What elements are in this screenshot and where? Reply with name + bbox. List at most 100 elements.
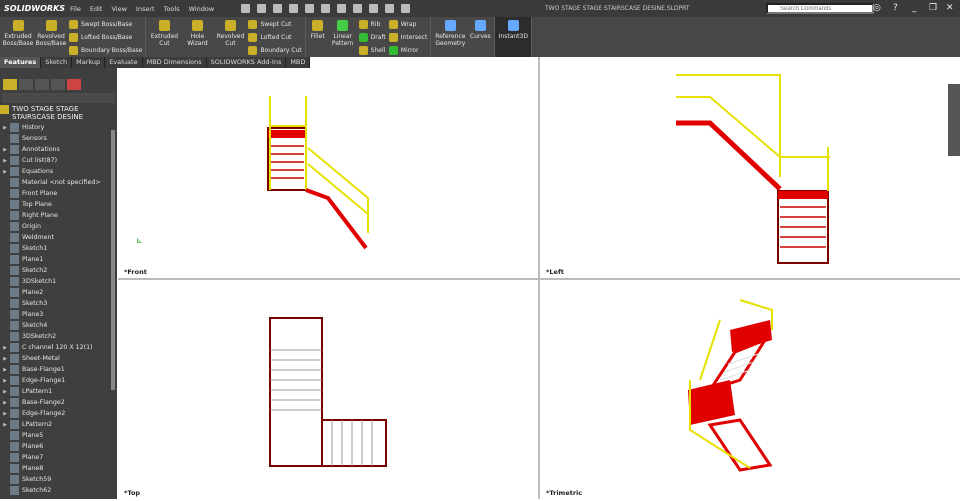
lofted-cut-button[interactable]: Lofted Cut: [248, 32, 301, 42]
swept-cut-button[interactable]: Swept Cut: [248, 19, 301, 29]
tab-evaluate[interactable]: Evaluate: [105, 57, 143, 68]
expand-arrow-icon[interactable]: ▶: [0, 125, 10, 131]
tree-item[interactable]: 3DSketch1: [0, 276, 117, 287]
tree-item[interactable]: Plane1: [0, 254, 117, 265]
tab-markup[interactable]: Markup: [72, 57, 106, 68]
tree-item[interactable]: ▶ LPattern2: [0, 419, 117, 430]
new-icon[interactable]: [257, 4, 267, 13]
tree-item[interactable]: ▶ Equations: [0, 166, 117, 177]
tree-item[interactable]: Weldment: [0, 232, 117, 243]
save-icon[interactable]: [289, 4, 299, 13]
tree-item[interactable]: ▶ Edge-Flange2: [0, 408, 117, 419]
help-icon[interactable]: ?: [893, 3, 898, 13]
expand-arrow-icon[interactable]: ▶: [0, 378, 10, 384]
redo-icon[interactable]: [337, 4, 347, 13]
viewport-top[interactable]: *Top: [118, 280, 538, 499]
tree-item[interactable]: ▶ Sheet-Metal: [0, 353, 117, 364]
tree-item[interactable]: Plane6: [0, 441, 117, 452]
menu-insert[interactable]: Insert: [136, 5, 155, 13]
expand-arrow-icon[interactable]: ▶: [0, 158, 10, 164]
expand-arrow-icon[interactable]: ▶: [0, 400, 10, 406]
tree-item[interactable]: Top Plane: [0, 199, 117, 210]
user-icon[interactable]: ◎: [873, 3, 881, 13]
tree-item[interactable]: Sketch3: [0, 298, 117, 309]
revolved-cut-button[interactable]: Revolved Cut: [215, 19, 245, 55]
expand-arrow-icon[interactable]: ▶: [0, 147, 10, 153]
open-icon[interactable]: [273, 4, 283, 13]
extruded-cut-button[interactable]: Extruded Cut: [149, 19, 179, 55]
menu-view[interactable]: View: [111, 5, 126, 13]
expand-arrow-icon[interactable]: ▶: [0, 169, 10, 175]
tree-item[interactable]: Plane5: [0, 430, 117, 441]
tree-item[interactable]: Sketch1: [0, 243, 117, 254]
tree-item[interactable]: Plane2: [0, 287, 117, 298]
tree-item[interactable]: Sketch62: [0, 485, 117, 496]
tree-item[interactable]: ▶ Annotations: [0, 144, 117, 155]
tab-solidworks-add-ins[interactable]: SOLIDWORKS Add-Ins: [207, 57, 287, 68]
instant3d-button[interactable]: Instant3D: [498, 19, 528, 55]
boundary-boss-button[interactable]: Boundary Boss/Base: [69, 45, 142, 55]
swept-boss-button[interactable]: Swept Boss/Base: [69, 19, 142, 29]
file-properties-icon[interactable]: [385, 4, 395, 13]
extruded-boss-button[interactable]: Extruded Boss/Base: [3, 19, 33, 55]
search-commands-input[interactable]: [766, 3, 874, 14]
tree-item[interactable]: Material <not specified>: [0, 177, 117, 188]
feature-manager-tab-icon[interactable]: [3, 79, 17, 90]
menu-tools[interactable]: Tools: [164, 5, 180, 13]
revolved-boss-button[interactable]: Revolved Boss/Base: [36, 19, 66, 55]
mirror-button[interactable]: Mirror: [388, 45, 428, 55]
select-icon[interactable]: [353, 4, 363, 13]
tree-item[interactable]: Front Plane: [0, 188, 117, 199]
boundary-cut-button[interactable]: Boundary Cut: [248, 45, 302, 55]
tree-item[interactable]: ▶ Base-Flange1: [0, 364, 117, 375]
expand-arrow-icon[interactable]: ▶: [0, 345, 10, 351]
menu-window[interactable]: Window: [189, 5, 215, 13]
expand-arrow-icon[interactable]: ▶: [0, 367, 10, 373]
tree-item[interactable]: Sketch2: [0, 265, 117, 276]
rib-button[interactable]: Rib: [358, 19, 386, 29]
menu-file[interactable]: File: [70, 5, 81, 13]
tree-item[interactable]: Right Plane: [0, 210, 117, 221]
reference-geometry-button[interactable]: Reference Geometry: [434, 19, 466, 55]
property-manager-tab-icon[interactable]: [19, 79, 33, 90]
tree-item[interactable]: Sensors: [0, 133, 117, 144]
dimxpert-tab-icon[interactable]: [51, 79, 65, 90]
task-pane-tabs[interactable]: [948, 84, 960, 156]
tree-item[interactable]: ▶ Base-Flange2: [0, 397, 117, 408]
tab-mbd[interactable]: MBD: [286, 57, 311, 68]
close-button[interactable]: ✕: [946, 3, 954, 13]
viewport-front[interactable]: ⊾ *Front: [118, 68, 538, 278]
restore-button[interactable]: ❐: [929, 3, 937, 13]
undo-icon[interactable]: [321, 4, 331, 13]
tab-sketch[interactable]: Sketch: [41, 57, 73, 68]
hole-wizard-button[interactable]: Hole Wizard: [182, 19, 212, 55]
tab-features[interactable]: Features: [0, 57, 42, 68]
intersect-button[interactable]: Intersect: [388, 32, 427, 42]
tree-item[interactable]: 3DSketch2: [0, 331, 117, 342]
tree-item[interactable]: Plane3: [0, 309, 117, 320]
print-icon[interactable]: [305, 4, 315, 13]
shell-button[interactable]: Shell: [358, 45, 386, 55]
tree-item[interactable]: Sketch4: [0, 320, 117, 331]
minimize-button[interactable]: _: [912, 3, 917, 13]
viewport-trimetric[interactable]: *Trimetric: [540, 280, 960, 499]
tree-root[interactable]: TWO STAGE STAGE STAIRSCASE DESINE: [0, 104, 117, 122]
tab-mbd-dimensions[interactable]: MBD Dimensions: [143, 57, 207, 68]
tree-item[interactable]: Sketch59: [0, 474, 117, 485]
linear-pattern-button[interactable]: Linear Pattern: [330, 19, 356, 55]
wrap-button[interactable]: Wrap: [388, 19, 428, 29]
tree-item[interactable]: Plane7: [0, 452, 117, 463]
tree-item[interactable]: Plane8: [0, 463, 117, 474]
fillet-button[interactable]: Fillet: [309, 19, 327, 55]
viewport-left[interactable]: *Left: [540, 57, 960, 278]
tree-item[interactable]: ▶ C channel 120 X 12(1): [0, 342, 117, 353]
tree-item[interactable]: ▶ Cut list(87): [0, 155, 117, 166]
lofted-boss-button[interactable]: Lofted Boss/Base: [69, 32, 142, 42]
tree-scrollbar[interactable]: [111, 130, 115, 390]
expand-arrow-icon[interactable]: ▶: [0, 422, 10, 428]
draft-button[interactable]: Draft: [358, 32, 386, 42]
configuration-manager-tab-icon[interactable]: [35, 79, 49, 90]
curves-button[interactable]: Curves: [469, 19, 491, 55]
tree-item[interactable]: ▶ LPattern1: [0, 386, 117, 397]
expand-arrow-icon[interactable]: ▶: [0, 356, 10, 362]
